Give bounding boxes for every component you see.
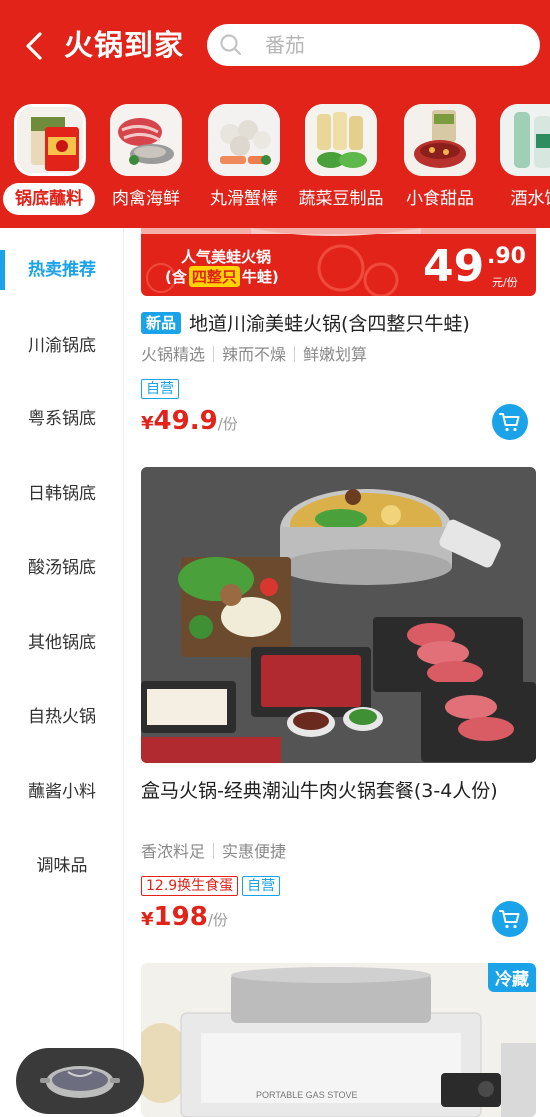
floating-hotpot-button[interactable]: [16, 1048, 144, 1114]
category-image: [110, 104, 182, 176]
category-item-veg-tofu[interactable]: 蔬菜豆制品: [291, 94, 391, 218]
new-badge: 新品: [141, 312, 182, 334]
category-image: [305, 104, 377, 176]
sidebar-item-hot-recommend[interactable]: 热卖推荐: [0, 240, 124, 300]
hotpot-base-package-icon: [17, 107, 83, 173]
gas-stove-hotpot-photo: PORTABLE GAS STOVE: [141, 963, 536, 1117]
app-screen: 火锅到家 番茄 锅底蘸料 肉禽海鲜 丸滑蟹棒 蔬菜豆制品 小食甜品 酒水 热卖推…: [0, 0, 550, 1117]
sidebar-item-other-base[interactable]: 其他锅底: [0, 613, 124, 673]
sidebar-item-dipping-sauce[interactable]: 蘸酱小料: [0, 762, 124, 822]
category-item-hotpot-base[interactable]: 锅底蘸料: [0, 94, 100, 218]
category-label: 蔬菜豆制品: [298, 189, 384, 209]
add-to-cart-button[interactable]: [492, 901, 528, 937]
cart-icon: [499, 910, 520, 929]
promo-price-dec: .90: [487, 244, 526, 269]
product-title[interactable]: 新品 地道川渝美蛙火锅(含四整只牛蛙): [141, 310, 536, 338]
stove-label: PORTABLE GAS STOVE: [256, 1090, 358, 1100]
self-operated-badge: 自营: [141, 379, 179, 399]
category-label: 小食甜品: [406, 189, 474, 209]
meatballs-icon: [208, 104, 280, 176]
meat-seafood-icon: [110, 104, 182, 176]
category-image: [14, 104, 86, 176]
add-to-cart-button[interactable]: [492, 404, 528, 440]
product-price: ¥49.9/份: [141, 406, 238, 436]
sidebar: 热卖推荐 川渝锅底 粤系锅底 日韩锅底 酸汤锅底 其他锅底 自热火锅 蘸酱小料 …: [0, 228, 124, 1117]
vegetables-tofu-icon: [305, 104, 377, 176]
promo-banner[interactable]: 人气美蛙火锅 (含 四整只 牛蛙) 49 .90 元/份: [141, 228, 536, 296]
category-item-meat-seafood[interactable]: 肉禽海鲜: [96, 94, 196, 218]
search-input[interactable]: [265, 24, 525, 66]
sidebar-item-sour-soup[interactable]: 酸汤锅底: [0, 538, 124, 598]
category-bar: 锅底蘸料 肉禽海鲜 丸滑蟹棒 蔬菜豆制品 小食甜品 酒水: [0, 94, 550, 224]
promo-price-unit: 元/份: [492, 276, 518, 289]
category-image: [500, 104, 550, 176]
category-image: [404, 104, 476, 176]
category-label: 酒水饮: [510, 189, 550, 209]
cart-icon: [499, 413, 520, 432]
category-label: 丸滑蟹棒: [210, 189, 278, 209]
product-price: ¥198/份: [141, 902, 228, 932]
sidebar-item-japanese-korean[interactable]: 日韩锅底: [0, 464, 124, 524]
product-title[interactable]: 盒马火锅-经典潮汕牛肉火锅套餐(3-4人份): [141, 777, 536, 805]
category-item-balls[interactable]: 丸滑蟹棒: [194, 94, 294, 218]
promo-badge: 12.9换生食蛋: [141, 876, 239, 896]
category-label: 肉禽海鲜: [112, 189, 180, 209]
product-features: 香浓料足 实惠便捷: [141, 842, 287, 861]
promo-price-int: 49: [423, 241, 485, 292]
drinks-icon: [500, 104, 550, 176]
search-box[interactable]: [207, 24, 540, 66]
page-title: 火锅到家: [64, 28, 185, 62]
category-image: [208, 104, 280, 176]
beef-hotpot-set-photo: [141, 467, 536, 763]
sidebar-item-sichuan-chongqing[interactable]: 川渝锅底: [0, 316, 124, 376]
product-badges: 12.9换生食蛋 自营: [141, 875, 284, 897]
chevron-left-icon: [26, 32, 42, 60]
header: 火锅到家 番茄 锅底蘸料 肉禽海鲜 丸滑蟹棒 蔬菜豆制品 小食甜品 酒水: [0, 0, 550, 228]
snacks-desserts-icon: [404, 104, 476, 176]
product-badges: 自营: [141, 378, 183, 400]
promo-line1: 人气美蛙火锅: [181, 248, 272, 266]
search-icon: [220, 34, 242, 56]
product-features: 火锅精选 辣而不燥 鲜嫩划算: [141, 345, 368, 364]
self-operated-badge: 自营: [242, 876, 281, 896]
product-image[interactable]: [141, 467, 536, 763]
product-list: 人气美蛙火锅 (含 四整只 牛蛙) 49 .90 元/份 新品 地道川渝美蛙火锅(含四…: [124, 228, 550, 1117]
category-item-snacks-desserts[interactable]: 小食甜品: [390, 94, 490, 218]
back-button[interactable]: [18, 26, 50, 66]
category-label: 锅底蘸料: [3, 183, 95, 215]
promo-line2: (含 四整只 牛蛙): [165, 266, 279, 287]
refrigerated-badge: 冷藏: [488, 963, 536, 992]
sidebar-item-self-heating[interactable]: 自热火锅: [0, 687, 124, 747]
hotpot-icon: [40, 1066, 120, 1098]
sidebar-item-cantonese[interactable]: 粤系锅底: [0, 389, 124, 449]
sidebar-item-seasoning[interactable]: 调味品: [0, 836, 124, 896]
category-item-drinks[interactable]: 酒水饮: [486, 94, 550, 218]
promo-highlight: 四整只: [188, 266, 240, 287]
product-image[interactable]: PORTABLE GAS STOVE 冷藏: [141, 963, 536, 1117]
